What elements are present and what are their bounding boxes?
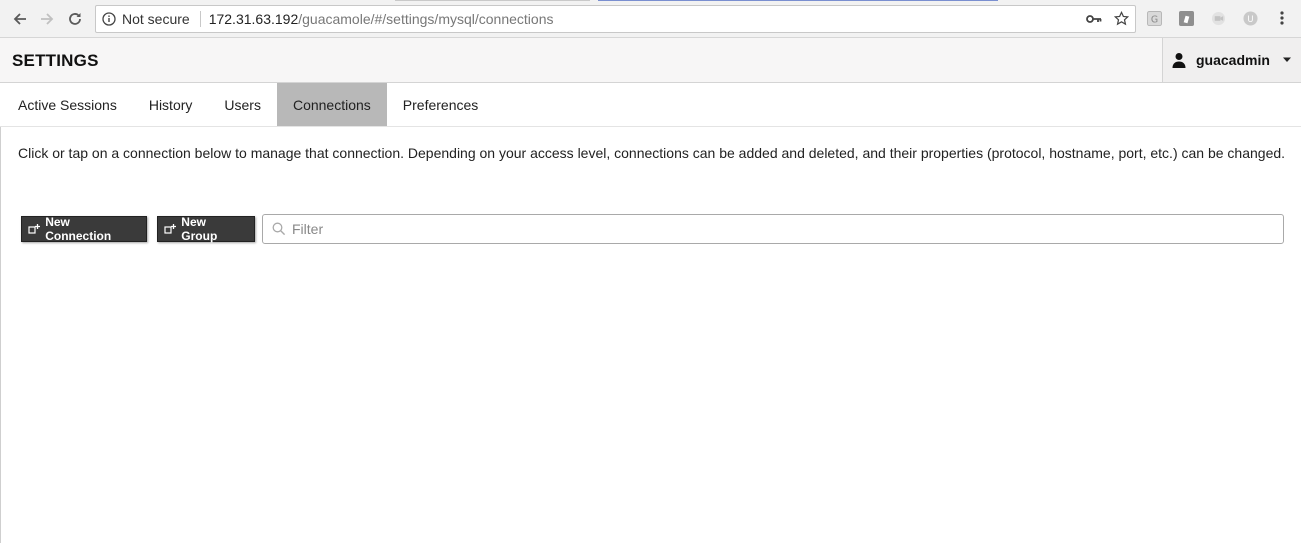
add-connection-icon (28, 223, 41, 235)
search-icon (272, 222, 286, 236)
g-extension-icon[interactable]: G (1146, 10, 1162, 26)
tab-connections[interactable]: Connections (276, 83, 387, 126)
tab-active-sessions[interactable]: Active Sessions (0, 83, 133, 126)
url-host[interactable]: 172.31.63.192 (209, 11, 299, 27)
omnibox-actions (1086, 10, 1130, 29)
user-menu[interactable]: guacadmin (1162, 38, 1301, 82)
new-connection-button[interactable]: New Connection (21, 215, 147, 243)
tab-edge-right (598, 0, 998, 1)
user-icon (1172, 52, 1186, 68)
filter-box[interactable] (262, 214, 1284, 244)
note-extension-icon[interactable] (1178, 10, 1194, 26)
info-icon[interactable] (102, 12, 116, 26)
url-path[interactable]: /guacamole/#/settings/mysql/connections (298, 11, 553, 27)
browser-toolbar: Not secure 172.31.63.192 /guacamole/#/se… (0, 0, 1301, 38)
video-extension-icon[interactable] (1210, 10, 1226, 26)
tab-history[interactable]: History (133, 83, 209, 126)
connections-description: Click or tap on a connection below to ma… (18, 145, 1286, 161)
back-button[interactable] (9, 8, 31, 30)
new-connection-label: New Connection (45, 215, 112, 243)
settings-tabs: Active Sessions History Users Connection… (0, 83, 1301, 127)
svg-text:U: U (1247, 13, 1253, 23)
key-icon[interactable] (1086, 12, 1102, 28)
omnibox-divider (199, 11, 201, 27)
filter-input[interactable] (292, 217, 1272, 241)
security-label[interactable]: Not secure (122, 11, 190, 27)
caret-down-icon[interactable] (1282, 55, 1292, 65)
new-group-button[interactable]: New Group (157, 215, 255, 243)
username-label[interactable]: guacadmin (1196, 52, 1270, 68)
new-group-label: New Group (181, 215, 218, 243)
tab-preferences[interactable]: Preferences (387, 83, 494, 126)
svg-text:G: G (1150, 14, 1157, 25)
tab-users[interactable]: Users (208, 83, 277, 126)
tab-strip-edge (0, 0, 1301, 2)
star-icon[interactable] (1113, 10, 1130, 29)
tab-edge-left (395, 0, 590, 1)
reload-icon (69, 13, 81, 25)
arrow-left-icon (13, 13, 26, 25)
forward-button[interactable] (36, 8, 58, 30)
arrow-right-icon (41, 13, 54, 25)
address-bar[interactable]: Not secure 172.31.63.192 /guacamole/#/se… (95, 5, 1136, 33)
u-extension-icon[interactable]: U (1242, 10, 1258, 26)
add-group-icon (164, 223, 177, 235)
page-title: SETTINGS (12, 51, 99, 70)
reload-button[interactable] (64, 8, 86, 30)
kebab-menu-icon[interactable] (1274, 10, 1290, 26)
app-header: SETTINGS guacadmin (0, 38, 1301, 83)
